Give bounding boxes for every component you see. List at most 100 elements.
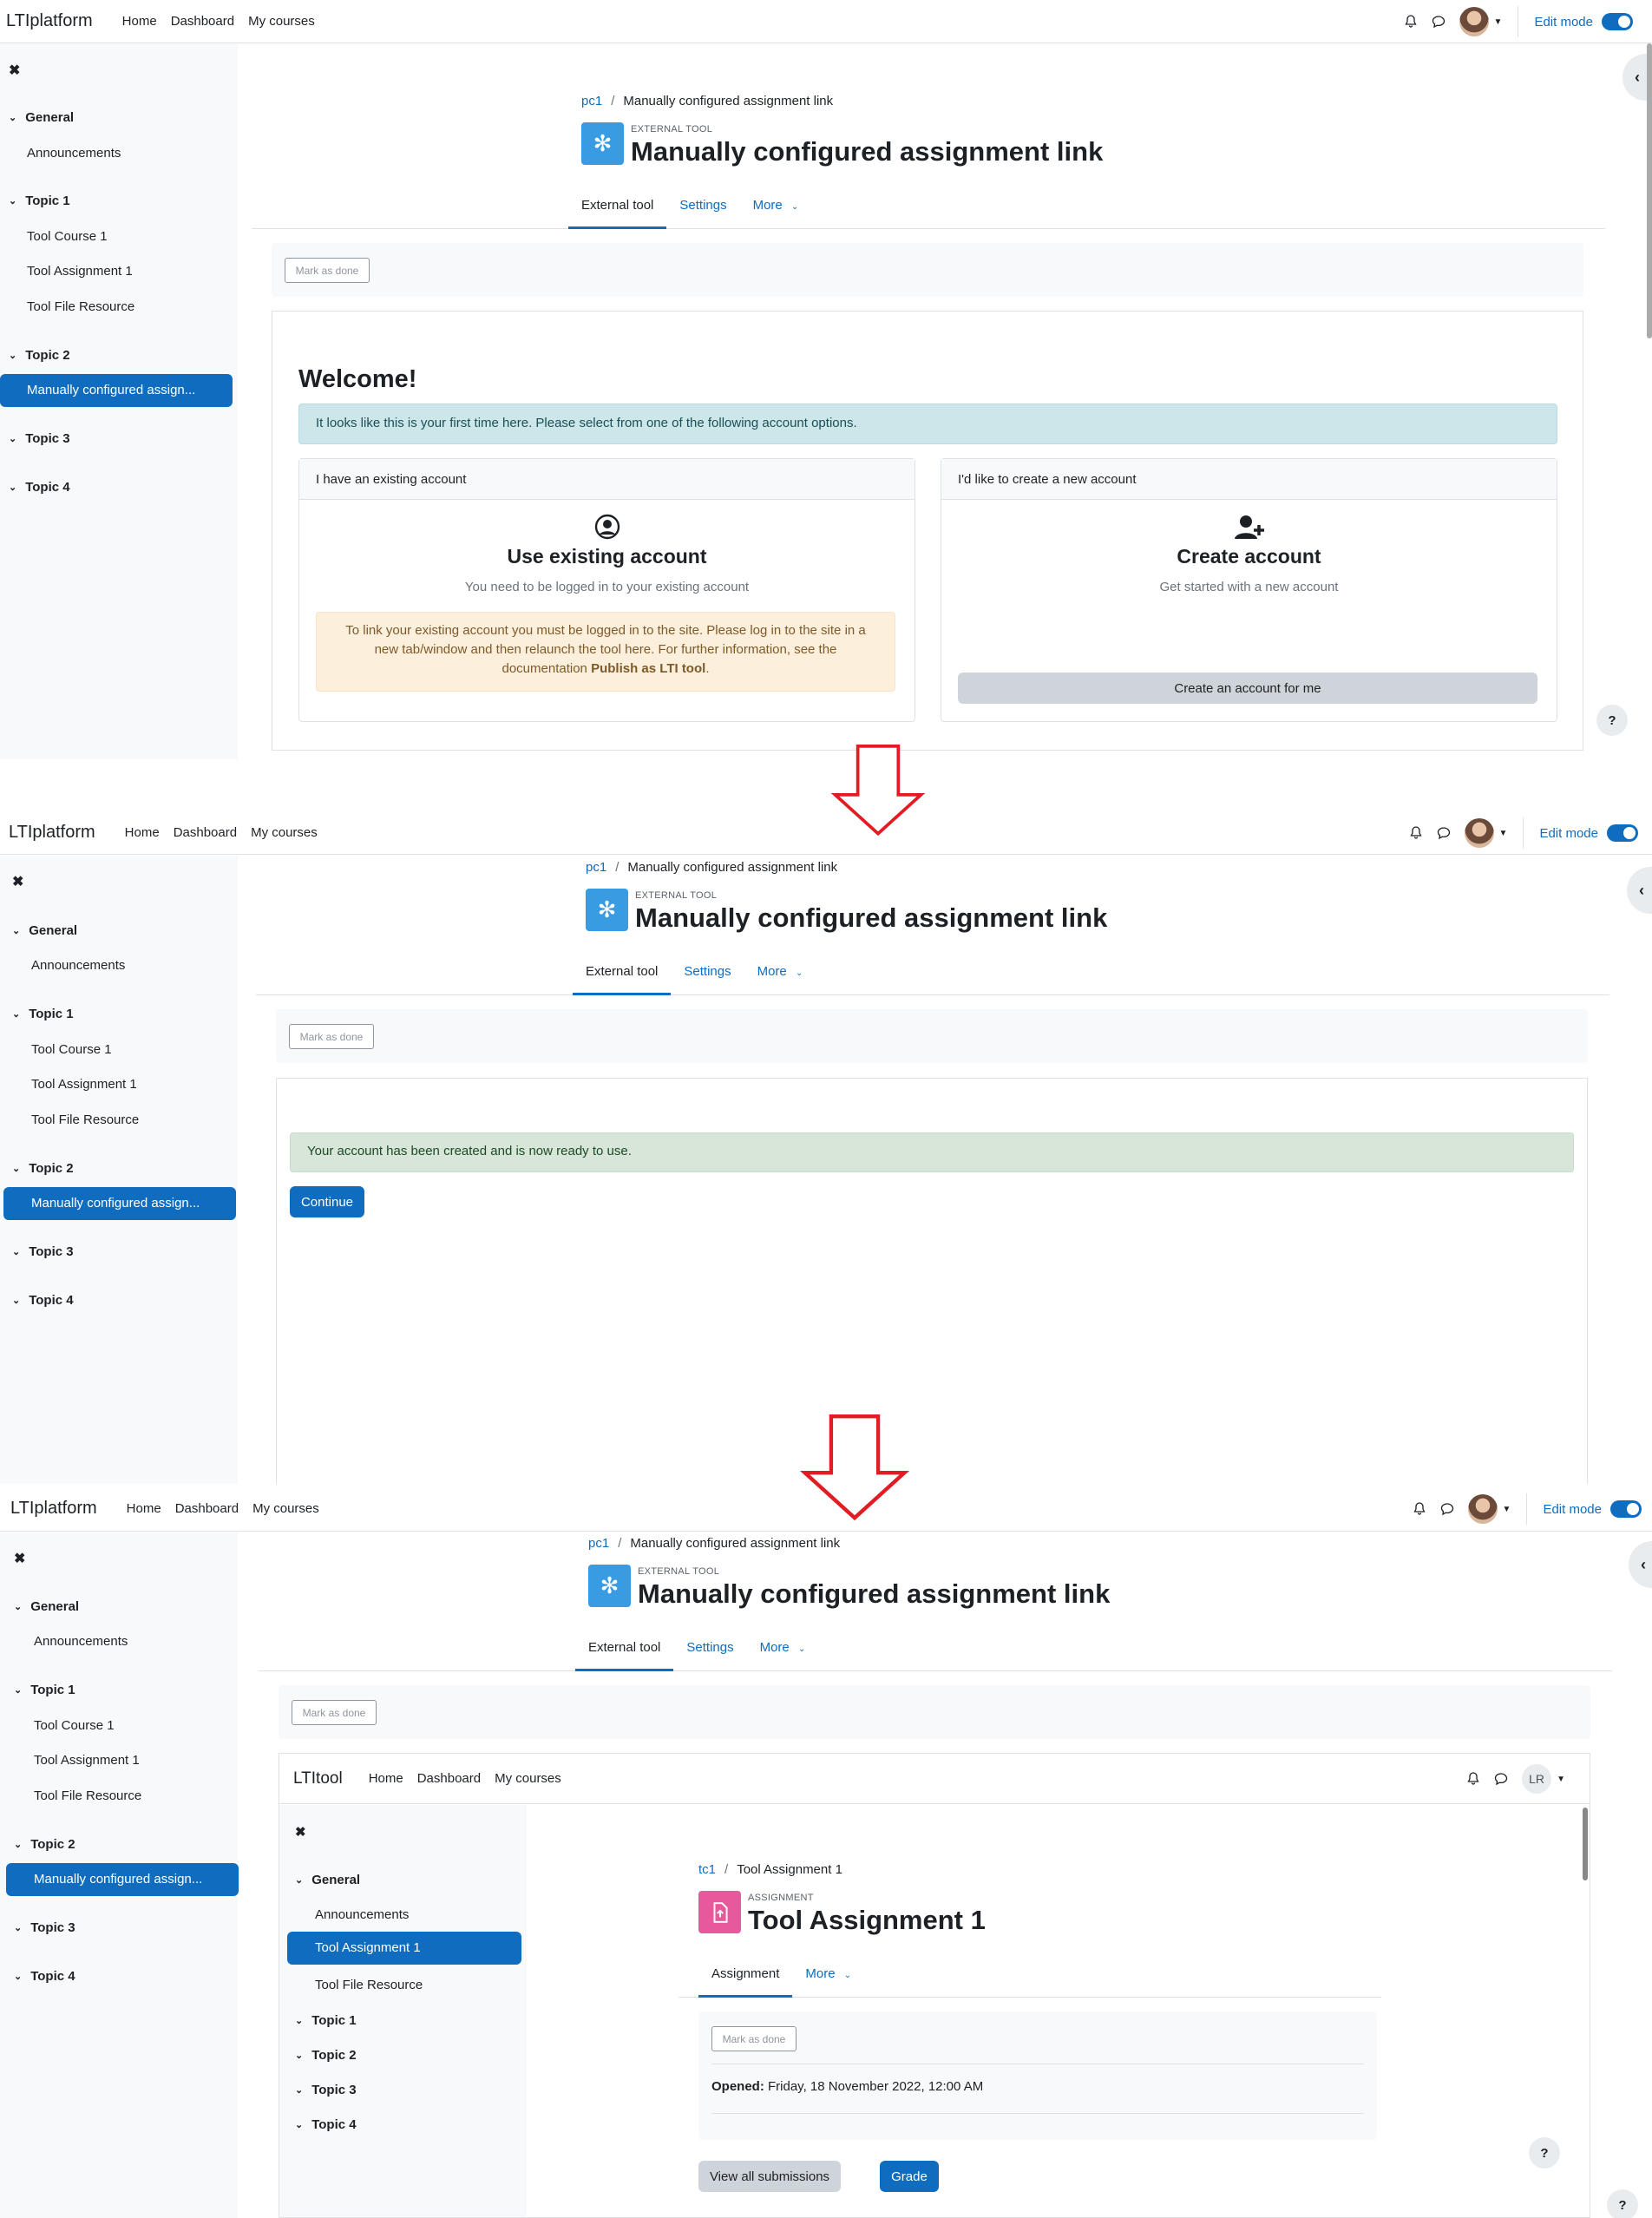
close-icon[interactable]: ✖ bbox=[14, 1550, 25, 1567]
mark-as-done-button[interactable]: Mark as done bbox=[289, 1024, 374, 1049]
section-topic-3[interactable]: ⌄ Topic 3 bbox=[12, 1244, 74, 1259]
section-topic-1[interactable]: ⌄ Topic 1 bbox=[9, 194, 70, 208]
section-topic-2[interactable]: ⌄ Topic 2 bbox=[9, 348, 70, 363]
user-avatar[interactable] bbox=[1464, 818, 1494, 848]
course-item-tool-course-1[interactable]: Tool Course 1 bbox=[31, 1042, 112, 1057]
grade-button[interactable]: Grade bbox=[880, 2161, 939, 2192]
chevron-down-icon[interactable]: ▼ bbox=[1557, 1775, 1565, 1784]
tool-item-tool-file-resource[interactable]: Tool File Resource bbox=[315, 1978, 423, 1992]
tool-breadcrumb-course-link[interactable]: tc1 bbox=[698, 1862, 716, 1877]
tool-brand[interactable]: LTItool bbox=[293, 1769, 343, 1788]
nav-my-courses[interactable]: My courses bbox=[248, 14, 315, 29]
course-item-tool-file-resource[interactable]: Tool File Resource bbox=[27, 299, 134, 314]
bell-icon[interactable] bbox=[1404, 15, 1418, 29]
tab-settings[interactable]: Settings bbox=[671, 954, 744, 995]
chevron-down-icon[interactable]: ▼ bbox=[1503, 1505, 1511, 1514]
nav-home[interactable]: Home bbox=[122, 14, 157, 29]
tab-assignment[interactable]: Assignment bbox=[698, 1956, 793, 1998]
tool-section-topic-3[interactable]: ⌄ Topic 3 bbox=[295, 2083, 357, 2097]
tab-more[interactable]: More ⌄ bbox=[792, 1956, 864, 1998]
section-general[interactable]: ⌄ General bbox=[9, 110, 74, 125]
nav-home[interactable]: Home bbox=[125, 825, 160, 840]
tab-more[interactable]: More ⌄ bbox=[744, 954, 816, 995]
section-topic-1[interactable]: ⌄ Topic 1 bbox=[12, 1007, 74, 1021]
edit-mode-toggle[interactable] bbox=[1607, 824, 1638, 842]
help-button[interactable]: ? bbox=[1596, 705, 1628, 736]
message-icon[interactable] bbox=[1437, 826, 1451, 840]
tool-nav-my-courses[interactable]: My courses bbox=[495, 1771, 561, 1786]
nav-my-courses[interactable]: My courses bbox=[251, 825, 318, 840]
close-icon[interactable]: ✖ bbox=[295, 1824, 306, 1840]
tab-external-tool[interactable]: External tool bbox=[573, 954, 672, 995]
block-drawer-toggle[interactable]: ‹ bbox=[1627, 867, 1652, 914]
course-item-manually-configured[interactable]: Manually configured assign... bbox=[3, 1187, 236, 1220]
section-topic-3[interactable]: ⌄ Topic 3 bbox=[9, 431, 70, 446]
course-item-tool-assignment-1[interactable]: Tool Assignment 1 bbox=[31, 1077, 137, 1092]
section-general[interactable]: ⌄ General bbox=[14, 1599, 79, 1614]
course-item-manually-configured[interactable]: Manually configured assign... bbox=[0, 374, 233, 407]
nav-my-courses[interactable]: My courses bbox=[252, 1501, 319, 1516]
site-brand[interactable]: LTIplatform bbox=[9, 823, 95, 843]
course-item-manually-configured[interactable]: Manually configured assign... bbox=[6, 1863, 239, 1896]
view-all-submissions-button[interactable]: View all submissions bbox=[698, 2161, 841, 2192]
chevron-down-icon[interactable]: ▼ bbox=[1499, 829, 1508, 838]
mark-as-done-button[interactable]: Mark as done bbox=[285, 258, 370, 283]
nav-dashboard[interactable]: Dashboard bbox=[174, 825, 237, 840]
tool-item-tool-assignment-1[interactable]: Tool Assignment 1 bbox=[287, 1932, 521, 1965]
course-item-announcements[interactable]: Announcements bbox=[31, 958, 125, 973]
tool-item-announcements[interactable]: Announcements bbox=[315, 1907, 409, 1922]
tool-nav-dashboard[interactable]: Dashboard bbox=[417, 1771, 481, 1786]
site-brand[interactable]: LTIplatform bbox=[6, 11, 93, 31]
close-icon[interactable]: ✖ bbox=[12, 873, 23, 890]
tool-section-topic-4[interactable]: ⌄ Topic 4 bbox=[295, 2117, 357, 2132]
course-item-tool-assignment-1[interactable]: Tool Assignment 1 bbox=[27, 264, 133, 279]
continue-button[interactable]: Continue bbox=[290, 1186, 364, 1217]
message-icon[interactable] bbox=[1494, 1772, 1508, 1786]
course-item-announcements[interactable]: Announcements bbox=[34, 1634, 128, 1649]
tab-external-tool[interactable]: External tool bbox=[575, 1630, 674, 1671]
user-initials-avatar[interactable]: LR bbox=[1522, 1764, 1552, 1794]
tab-more[interactable]: More ⌄ bbox=[747, 1630, 819, 1671]
message-icon[interactable] bbox=[1432, 15, 1446, 29]
section-topic-4[interactable]: ⌄ Topic 4 bbox=[12, 1293, 74, 1308]
site-brand[interactable]: LTIplatform bbox=[10, 1499, 97, 1519]
block-drawer-toggle[interactable]: ‹ bbox=[1629, 1541, 1652, 1588]
tab-more[interactable]: More ⌄ bbox=[740, 187, 812, 229]
section-topic-3[interactable]: ⌄ Topic 3 bbox=[14, 1920, 75, 1935]
section-topic-4[interactable]: ⌄ Topic 4 bbox=[14, 1969, 75, 1984]
course-item-tool-file-resource[interactable]: Tool File Resource bbox=[34, 1788, 141, 1803]
help-button[interactable]: ? bbox=[1529, 2137, 1560, 2169]
bell-icon[interactable] bbox=[1413, 1502, 1426, 1516]
section-topic-4[interactable]: ⌄ Topic 4 bbox=[9, 480, 70, 495]
edit-mode-toggle[interactable] bbox=[1602, 13, 1633, 30]
course-item-tool-assignment-1[interactable]: Tool Assignment 1 bbox=[34, 1753, 140, 1768]
page-scrollbar[interactable] bbox=[1647, 43, 1652, 338]
help-button[interactable]: ? bbox=[1607, 2189, 1638, 2218]
message-icon[interactable] bbox=[1440, 1502, 1454, 1516]
tool-scrollbar[interactable] bbox=[1583, 1808, 1588, 1880]
course-item-announcements[interactable]: Announcements bbox=[27, 146, 121, 161]
course-item-tool-course-1[interactable]: Tool Course 1 bbox=[27, 229, 108, 244]
create-account-button[interactable]: Create an account for me bbox=[958, 673, 1537, 704]
tool-section-topic-1[interactable]: ⌄ Topic 1 bbox=[295, 2013, 357, 2028]
edit-mode-toggle[interactable] bbox=[1610, 1500, 1642, 1518]
user-avatar[interactable] bbox=[1459, 7, 1489, 36]
documentation-link[interactable]: Publish as LTI tool bbox=[591, 661, 705, 676]
bell-icon[interactable] bbox=[1409, 826, 1423, 840]
nav-dashboard[interactable]: Dashboard bbox=[175, 1501, 239, 1516]
close-icon[interactable]: ✖ bbox=[9, 62, 20, 79]
course-item-tool-file-resource[interactable]: Tool File Resource bbox=[31, 1112, 139, 1127]
section-general[interactable]: ⌄ General bbox=[12, 923, 77, 938]
chevron-down-icon[interactable]: ▼ bbox=[1494, 17, 1503, 27]
section-topic-2[interactable]: ⌄ Topic 2 bbox=[14, 1837, 75, 1852]
tool-mark-as-done-button[interactable]: Mark as done bbox=[711, 2026, 796, 2051]
tab-settings[interactable]: Settings bbox=[673, 1630, 746, 1671]
nav-dashboard[interactable]: Dashboard bbox=[171, 14, 234, 29]
tab-external-tool[interactable]: External tool bbox=[568, 187, 667, 229]
section-topic-1[interactable]: ⌄ Topic 1 bbox=[14, 1683, 75, 1697]
breadcrumb-course-link[interactable]: pc1 bbox=[588, 1536, 609, 1551]
breadcrumb-course-link[interactable]: pc1 bbox=[581, 94, 602, 108]
tab-settings[interactable]: Settings bbox=[666, 187, 739, 229]
tool-section-topic-2[interactable]: ⌄ Topic 2 bbox=[295, 2048, 357, 2063]
user-avatar[interactable] bbox=[1467, 1494, 1498, 1524]
